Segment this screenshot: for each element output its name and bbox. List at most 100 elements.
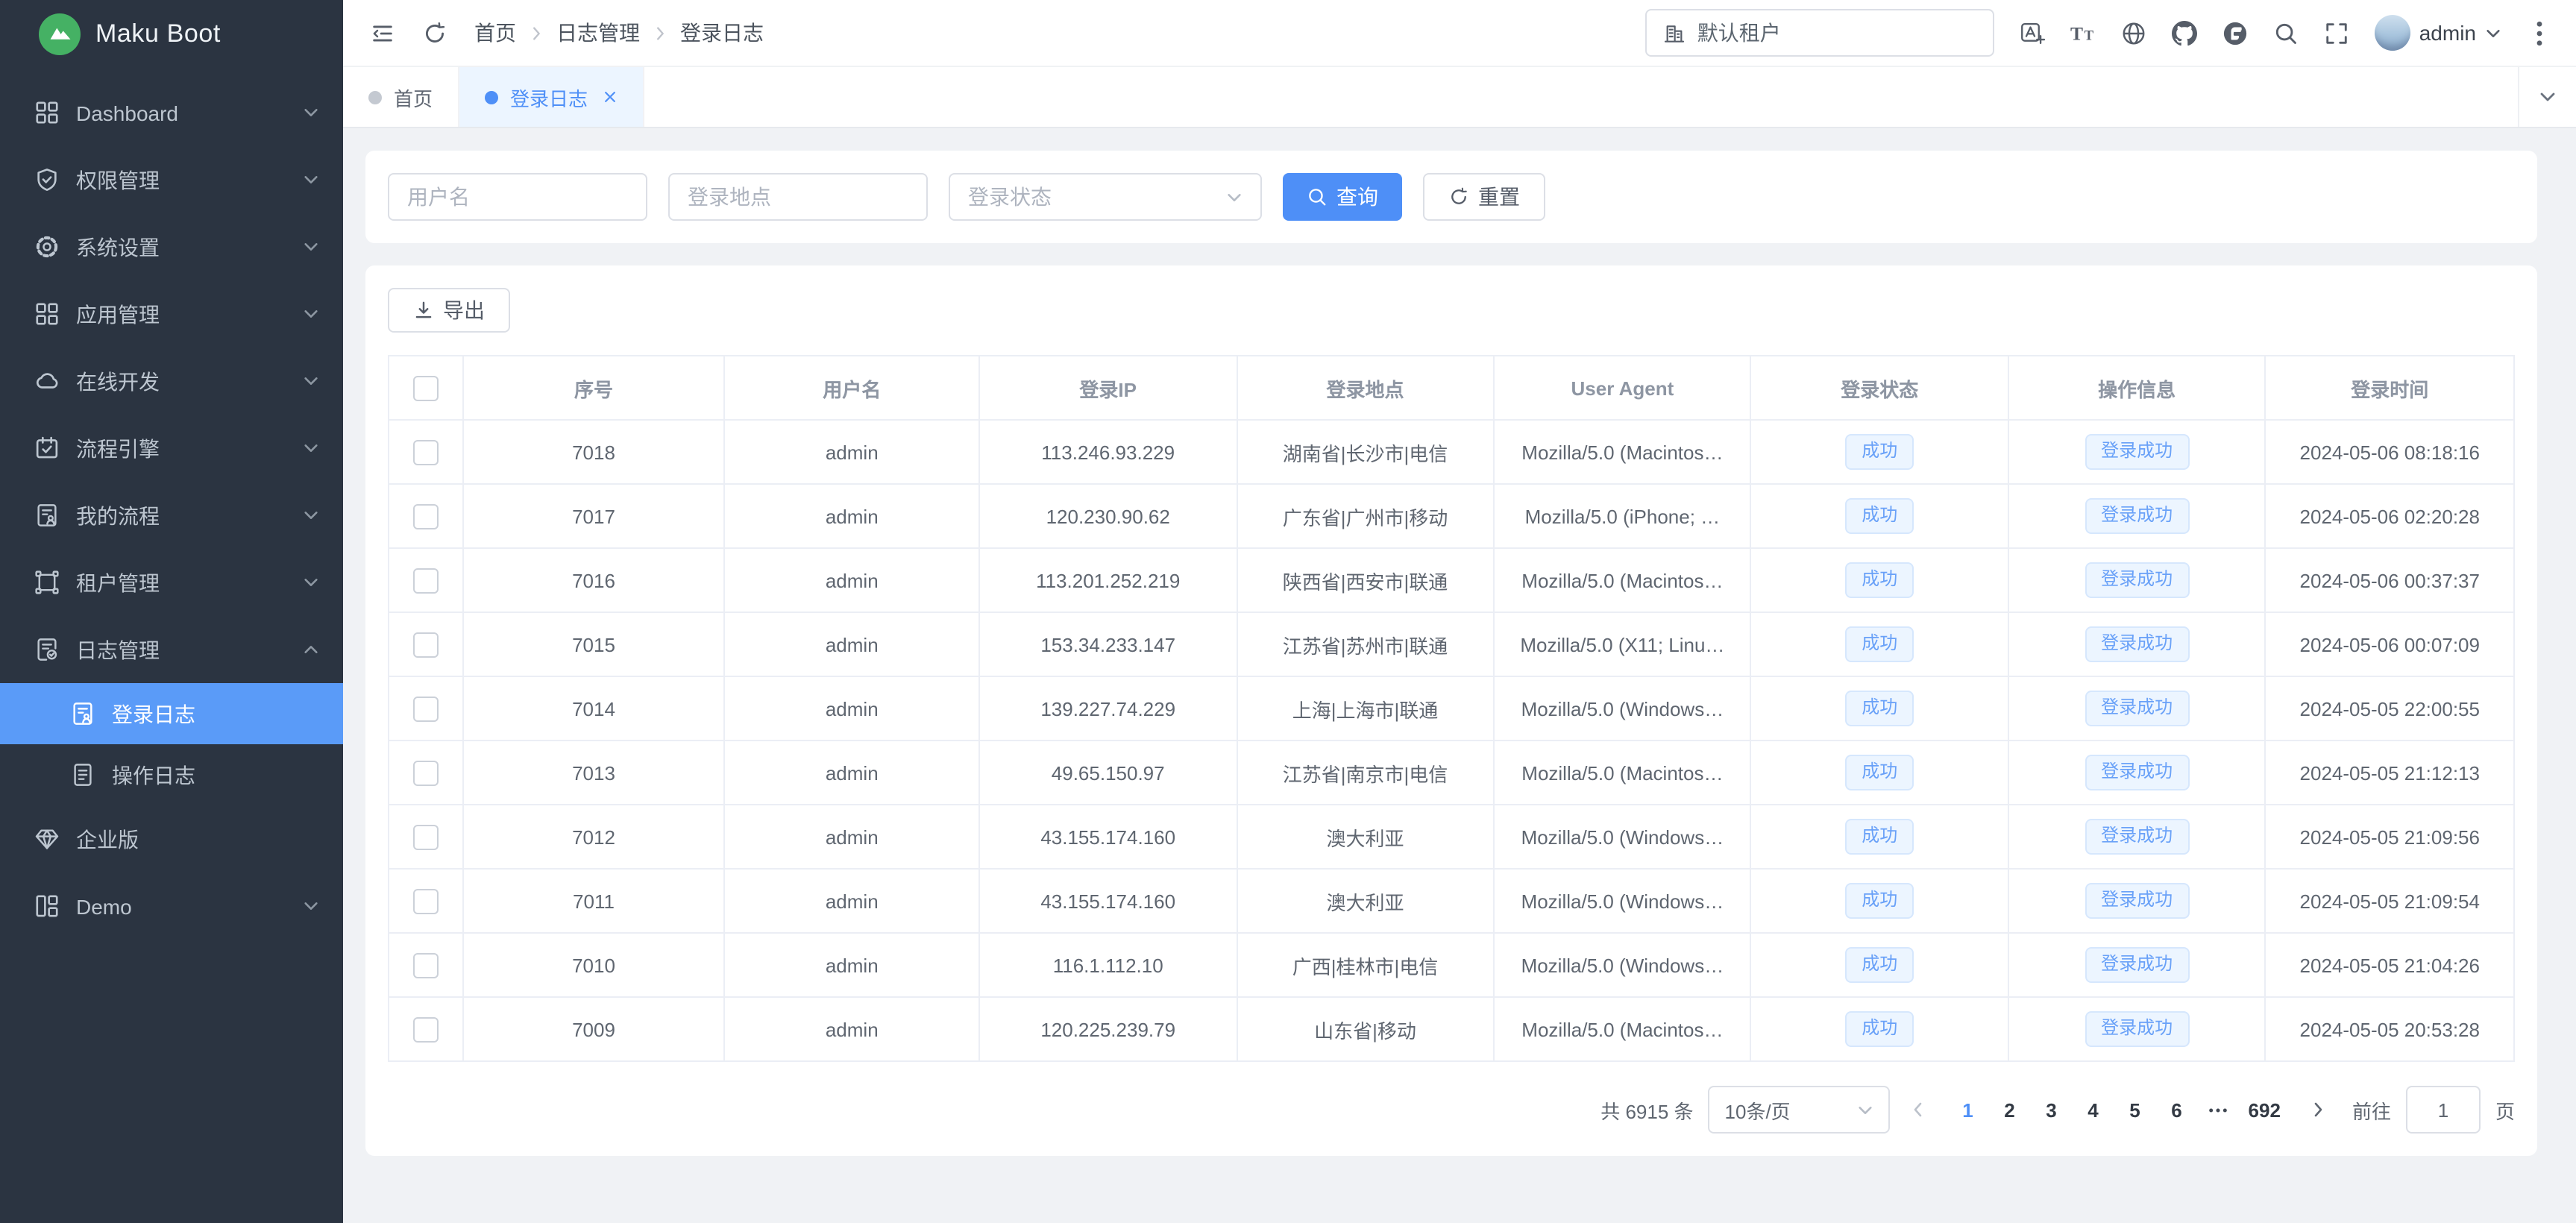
sidebar-item-tenant-management[interactable]: 租户管理 — [0, 549, 343, 616]
cell-id: 7013 — [463, 741, 725, 805]
search-button[interactable]: 查询 — [1283, 173, 1402, 221]
search-icon[interactable] — [2273, 20, 2299, 45]
sidebar-item-login-log[interactable]: 登录日志 — [0, 683, 343, 744]
table-header-row: 序号 用户名 登录IP 登录地点 User Agent 登录状态 操作信息 登录… — [389, 356, 2514, 420]
cell-location: 山东省|移动 — [1237, 997, 1494, 1061]
cell-info: 登录成功 — [2008, 484, 2266, 548]
document-user-icon — [33, 501, 61, 529]
sidebar-item-operation-log[interactable]: 操作日志 — [0, 744, 343, 805]
info-badge: 登录成功 — [2085, 562, 2189, 597]
cell-id: 7018 — [463, 420, 725, 484]
username-input[interactable] — [388, 173, 647, 221]
page-number-button[interactable]: 4 — [2073, 1089, 2114, 1131]
row-checkbox[interactable] — [413, 824, 439, 849]
page-number-button[interactable]: 692 — [2240, 1089, 2290, 1131]
close-icon[interactable] — [603, 89, 618, 104]
page-number-button[interactable]: 2 — [1989, 1089, 2031, 1131]
select-all-checkbox[interactable] — [413, 375, 439, 400]
collapse-sidebar-icon[interactable] — [370, 20, 395, 45]
translate-icon[interactable] — [2020, 20, 2045, 45]
page-size-select[interactable]: 10条/页 — [1709, 1086, 1891, 1134]
cell-info: 登录成功 — [2008, 676, 2266, 741]
login-status-select[interactable]: 登录状态 — [949, 173, 1262, 221]
row-checkbox[interactable] — [413, 888, 439, 914]
cell-id: 7010 — [463, 933, 725, 997]
login-log-table: 序号 用户名 登录IP 登录地点 User Agent 登录状态 操作信息 登录… — [388, 355, 2515, 1062]
sidebar-item-permission-management[interactable]: 权限管理 — [0, 146, 343, 213]
globe-icon[interactable] — [2121, 20, 2146, 45]
gitee-icon[interactable] — [2222, 20, 2248, 45]
sidebar-item-system-settings[interactable]: 系统设置 — [0, 213, 343, 280]
page-number-button[interactable]: 6 — [2156, 1089, 2198, 1131]
row-checkbox[interactable] — [413, 952, 439, 978]
cell-user-agent: Mozilla/5.0 (Windows… — [1494, 676, 1751, 741]
info-badge: 登录成功 — [2085, 947, 2189, 982]
table-row: 7016admin113.201.252.219陕西省|西安市|联通Mozill… — [389, 548, 2514, 612]
search-button-label: 查询 — [1336, 182, 1378, 212]
sidebar-item-label: 权限管理 — [76, 165, 288, 195]
tenant-select[interactable]: 默认租户 — [1645, 9, 1994, 57]
row-checkbox[interactable] — [413, 1016, 439, 1042]
cell-time: 2024-05-05 21:09:54 — [2266, 869, 2515, 933]
sidebar-item-app-management[interactable]: 应用管理 — [0, 280, 343, 348]
username: admin — [2419, 21, 2476, 45]
goto-page-input[interactable] — [2406, 1086, 2481, 1134]
cell-username: admin — [724, 933, 979, 997]
app-title: Maku Boot — [95, 19, 221, 48]
row-checkbox[interactable] — [413, 760, 439, 785]
user-menu[interactable]: admin — [2375, 15, 2501, 51]
font-size-icon[interactable]: TT — [2070, 20, 2096, 45]
col-header-username: 用户名 — [724, 356, 979, 420]
sidebar-item-online-dev[interactable]: 在线开发 — [0, 348, 343, 415]
chevron-down-icon — [2485, 25, 2501, 41]
cell-ip: 120.225.239.79 — [979, 997, 1237, 1061]
table-row: 7011admin43.155.174.160澳大利亚Mozilla/5.0 (… — [389, 869, 2514, 933]
row-checkbox[interactable] — [413, 503, 439, 529]
page-number-button[interactable]: 3 — [2031, 1089, 2073, 1131]
sidebar: Maku Boot Dashboard 权限管理系统设置应用管理在线开发流程引擎我… — [0, 0, 343, 1223]
row-checkbox[interactable] — [413, 696, 439, 721]
page-number-button[interactable]: 1 — [1947, 1089, 1989, 1131]
cell-time: 2024-05-05 22:00:55 — [2266, 676, 2515, 741]
more-pages-icon[interactable] — [2198, 1106, 2240, 1113]
sidebar-item-my-process[interactable]: 我的流程 — [0, 482, 343, 549]
refresh-page-icon[interactable] — [422, 20, 447, 45]
fullscreen-icon[interactable] — [2324, 20, 2349, 45]
next-page-button[interactable] — [2305, 1101, 2331, 1119]
export-button[interactable]: 导出 — [388, 288, 510, 333]
chevron-up-icon — [303, 641, 319, 658]
login-location-input[interactable] — [668, 173, 928, 221]
tabbar-dropdown[interactable] — [2518, 67, 2576, 127]
reset-button[interactable]: 重置 — [1423, 173, 1545, 221]
tab-home[interactable]: 首页 — [343, 67, 459, 127]
breadcrumb-item-home[interactable]: 首页 — [474, 18, 516, 48]
chevron-down-icon — [1858, 1101, 1874, 1118]
top-navbar: 首页 日志管理 登录日志 默认租户 TT — [343, 0, 2576, 67]
sidebar-item-workflow-engine[interactable]: 流程引擎 — [0, 415, 343, 482]
prev-page-button[interactable] — [1906, 1101, 1932, 1119]
sidebar-item-enterprise[interactable]: 企业版 — [0, 805, 343, 873]
status-badge: 成功 — [1845, 883, 1914, 918]
sidebar-item-log-management[interactable]: 日志管理 — [0, 616, 343, 683]
sidebar-item-label: 日志管理 — [76, 635, 288, 664]
sidebar-item-demo[interactable]: Demo — [0, 873, 343, 940]
kebab-menu-icon[interactable] — [2527, 20, 2552, 45]
document-user-icon — [69, 699, 97, 728]
svg-text:T: T — [2070, 22, 2083, 44]
sidebar-item-dashboard[interactable]: Dashboard — [0, 79, 343, 146]
cell-status: 成功 — [1751, 741, 2008, 805]
row-checkbox[interactable] — [413, 439, 439, 465]
cell-id: 7014 — [463, 676, 725, 741]
sidebar-item-label: 企业版 — [76, 824, 319, 854]
breadcrumb-separator-icon — [652, 25, 668, 41]
status-badge: 成功 — [1845, 562, 1914, 597]
cell-username: admin — [724, 997, 979, 1061]
table-body: 7018admin113.246.93.229湖南省|长沙市|电信Mozilla… — [389, 420, 2514, 1061]
github-icon[interactable] — [2172, 20, 2197, 45]
breadcrumb-item-log-management[interactable]: 日志管理 — [556, 18, 640, 48]
row-checkbox[interactable] — [413, 568, 439, 593]
page-number-button[interactable]: 5 — [2114, 1089, 2156, 1131]
app-logo[interactable]: Maku Boot — [0, 0, 343, 67]
row-checkbox[interactable] — [413, 632, 439, 657]
tab-login-log[interactable]: 登录日志 — [459, 67, 644, 127]
